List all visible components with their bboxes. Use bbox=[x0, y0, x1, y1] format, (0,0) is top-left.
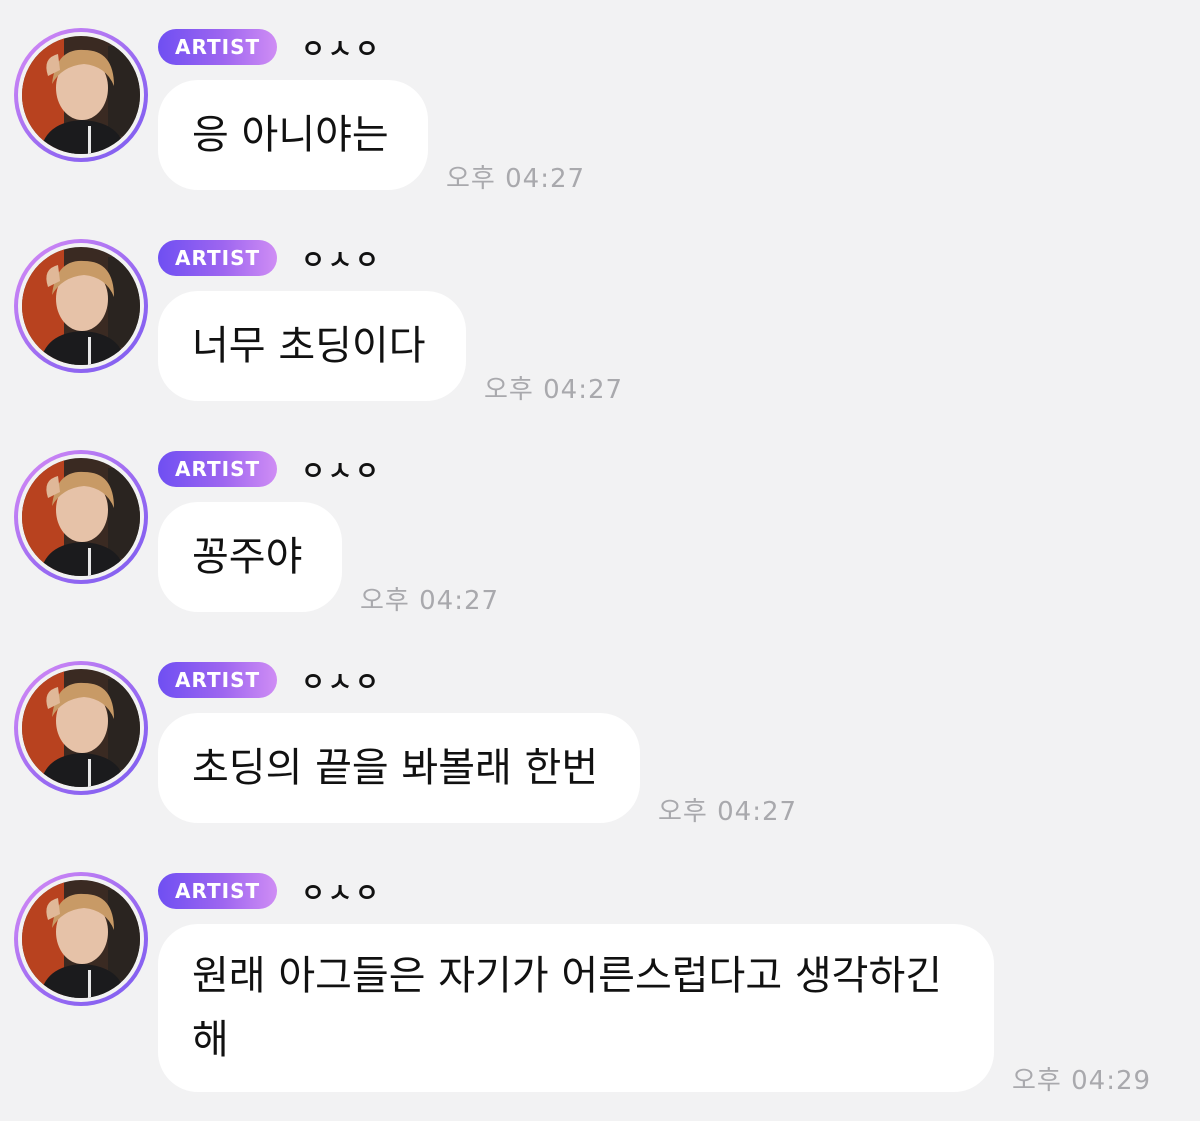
message-timestamp: 오후 04:27 bbox=[484, 375, 624, 405]
message-bubble[interactable]: 원래 아그들은 자기가 어른스럽다고 생각하긴 해 bbox=[158, 924, 994, 1092]
avatar[interactable] bbox=[14, 28, 148, 162]
message-bubble[interactable]: 너무 초딩이다 bbox=[158, 291, 466, 401]
message-bubble[interactable]: 초딩의 끝을 봐볼래 한번 bbox=[158, 713, 640, 823]
sender-row: ARTIST ㅇㅅㅇ bbox=[158, 450, 382, 488]
message-timestamp: 오후 04:27 bbox=[446, 164, 586, 194]
chat-message-list[interactable]: ARTIST ㅇㅅㅇ 응 아니야는 오후 04:27 ARTIST ㅇㅅㅇ 너무… bbox=[0, 0, 1200, 1121]
avatar[interactable] bbox=[14, 872, 148, 1006]
artist-badge: ARTIST bbox=[158, 29, 278, 65]
avatar-photo-icon bbox=[22, 247, 140, 365]
sender-nickname: ㅇㅅㅇ bbox=[301, 456, 382, 487]
artist-badge: ARTIST bbox=[158, 451, 278, 487]
sender-nickname: ㅇㅅㅇ bbox=[301, 245, 382, 276]
sender-nickname: ㅇㅅㅇ bbox=[301, 667, 382, 698]
artist-badge: ARTIST bbox=[158, 240, 278, 276]
sender-row: ARTIST ㅇㅅㅇ bbox=[158, 661, 382, 699]
message-timestamp: 오후 04:29 bbox=[1012, 1066, 1152, 1096]
avatar[interactable] bbox=[14, 239, 148, 373]
avatar-photo-icon bbox=[22, 880, 140, 998]
avatar-photo-icon bbox=[22, 669, 140, 787]
avatar-photo-icon bbox=[22, 458, 140, 576]
avatar[interactable] bbox=[14, 450, 148, 584]
artist-badge: ARTIST bbox=[158, 662, 278, 698]
sender-nickname: ㅇㅅㅇ bbox=[301, 878, 382, 909]
avatar[interactable] bbox=[14, 661, 148, 795]
sender-row: ARTIST ㅇㅅㅇ bbox=[158, 28, 382, 66]
artist-badge: ARTIST bbox=[158, 873, 278, 909]
message-bubble[interactable]: 응 아니야는 bbox=[158, 80, 428, 190]
message-timestamp: 오후 04:27 bbox=[658, 797, 798, 827]
message-bubble[interactable]: 꽁주야 bbox=[158, 502, 342, 612]
sender-row: ARTIST ㅇㅅㅇ bbox=[158, 239, 382, 277]
sender-nickname: ㅇㅅㅇ bbox=[301, 34, 382, 65]
sender-row: ARTIST ㅇㅅㅇ bbox=[158, 872, 382, 910]
message-timestamp: 오후 04:27 bbox=[360, 586, 500, 616]
avatar-photo-icon bbox=[22, 36, 140, 154]
